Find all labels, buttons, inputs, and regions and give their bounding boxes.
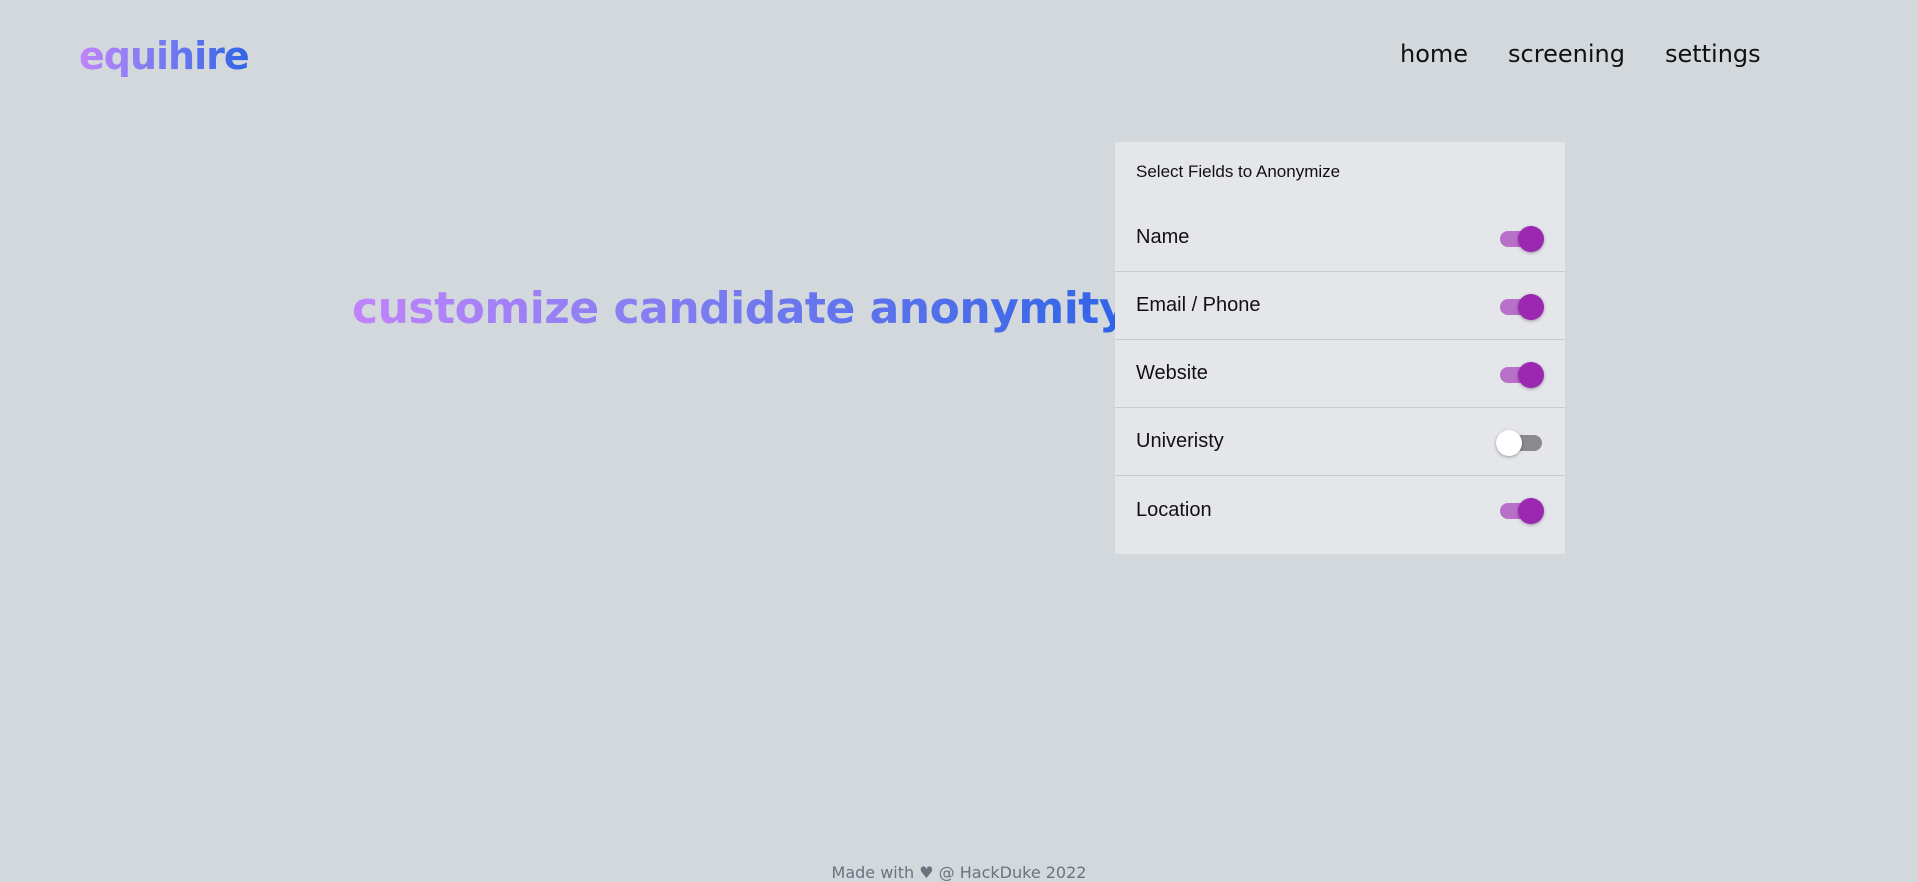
- field-row-location: Location: [1115, 476, 1565, 544]
- field-label: Website: [1136, 362, 1208, 384]
- field-label: Univeristy: [1136, 430, 1224, 452]
- page: equihire home screening settings customi…: [0, 0, 1918, 882]
- toggle-thumb: [1496, 429, 1522, 456]
- nav-screening-link[interactable]: screening: [1508, 38, 1625, 72]
- name-toggle[interactable]: [1498, 224, 1544, 252]
- university-toggle[interactable]: [1496, 428, 1544, 456]
- email-phone-toggle[interactable]: [1498, 292, 1544, 320]
- website-toggle[interactable]: [1498, 360, 1544, 388]
- field-row-university: Univeristy: [1115, 408, 1565, 476]
- panel-title: Select Fields to Anonymize: [1136, 162, 1341, 181]
- field-row-website: Website: [1115, 340, 1565, 408]
- footer-credit: Made with ♥ @ HackDuke 2022: [831, 863, 1087, 882]
- nav-settings-link[interactable]: settings: [1665, 38, 1761, 72]
- field-label: Location: [1136, 498, 1212, 521]
- field-row-name: Name: [1115, 204, 1565, 272]
- top-nav: home screening settings: [1400, 38, 1761, 72]
- field-label: Name: [1136, 226, 1190, 248]
- location-toggle[interactable]: [1498, 496, 1544, 524]
- toggle-thumb: [1518, 225, 1544, 252]
- field-row-email-phone: Email / Phone: [1115, 272, 1565, 340]
- toggle-thumb: [1518, 361, 1544, 388]
- field-label: Email / Phone: [1136, 294, 1261, 316]
- nav-home-link[interactable]: home: [1400, 38, 1468, 72]
- toggle-thumb: [1518, 293, 1544, 320]
- toggle-thumb: [1518, 498, 1544, 524]
- logo[interactable]: equihire: [79, 34, 250, 80]
- anonymize-fields-panel: Select Fields to Anonymize Name Email / …: [1115, 142, 1565, 554]
- page-headline: customize candidate anonymity: [352, 280, 1128, 337]
